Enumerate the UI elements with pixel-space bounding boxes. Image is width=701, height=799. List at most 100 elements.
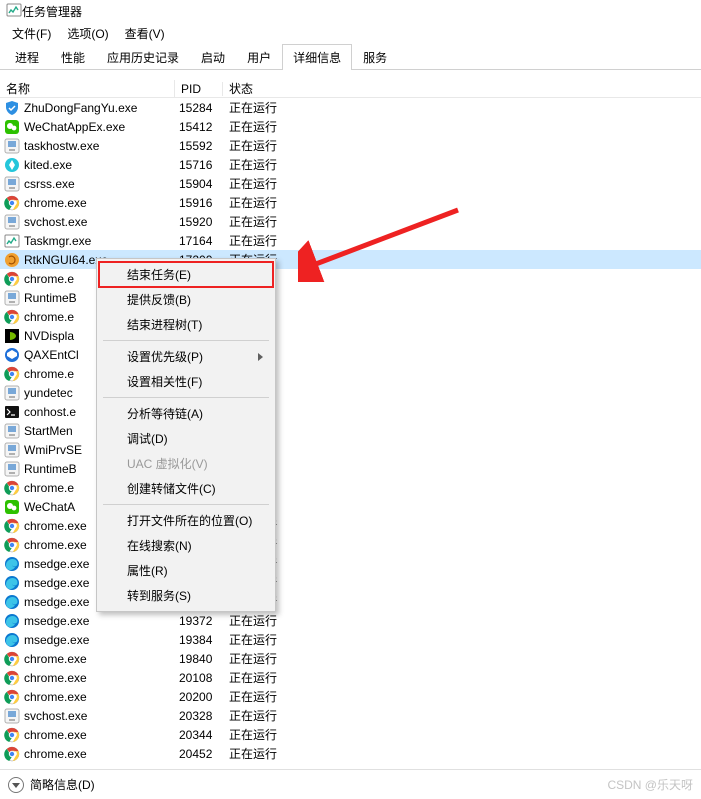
- table-row[interactable]: kited.exe15716正在运行: [0, 155, 701, 174]
- table-row[interactable]: Taskmgr.exe17164正在运行: [0, 231, 701, 250]
- table-row[interactable]: msedge.exe19384正在运行: [0, 630, 701, 649]
- tab-users[interactable]: 用户: [236, 44, 282, 70]
- table-row[interactable]: chrome.exe20452正在运行: [0, 744, 701, 763]
- table-row[interactable]: msedge.exe19372正在运行: [0, 611, 701, 630]
- menu-file[interactable]: 文件(F): [4, 23, 59, 44]
- menu-item[interactable]: 在线搜索(N): [99, 533, 273, 558]
- generic-icon: [4, 176, 20, 192]
- chrome-icon: [4, 651, 20, 667]
- menu-item[interactable]: 打开文件所在的位置(O): [99, 508, 273, 533]
- process-name: RuntimeB: [24, 462, 77, 476]
- process-name: QAXEntCl: [24, 348, 79, 362]
- tab-details[interactable]: 详细信息: [282, 44, 352, 70]
- menu-item[interactable]: 分析等待链(A): [99, 401, 273, 426]
- process-status: 正在运行: [223, 707, 701, 724]
- wechat-icon: [4, 499, 20, 515]
- chrome-icon: [4, 670, 20, 686]
- process-name: chrome.e: [24, 310, 74, 324]
- table-row[interactable]: ZhuDongFangYu.exe 15284正在运行: [0, 98, 701, 117]
- menu-item[interactable]: 转到服务(S): [99, 583, 273, 608]
- process-pid: 20108: [175, 671, 223, 685]
- chrome-icon: [4, 366, 20, 382]
- process-status: 正在运行: [223, 688, 701, 705]
- watermark: CSDN @乐天呀: [607, 776, 693, 793]
- menu-options[interactable]: 选项(O): [59, 23, 116, 44]
- generic-icon: [4, 290, 20, 306]
- menu-item[interactable]: 设置优先级(P): [99, 344, 273, 369]
- window-titlebar: 任务管理器: [0, 0, 701, 22]
- chrome-icon: [4, 271, 20, 287]
- process-pid: 20328: [175, 709, 223, 723]
- menu-view[interactable]: 查看(V): [117, 23, 173, 44]
- chevron-down-icon[interactable]: [8, 777, 24, 793]
- table-row[interactable]: chrome.exe20200正在运行: [0, 687, 701, 706]
- tab-processes[interactable]: 进程: [4, 44, 50, 70]
- process-status: 正在运行: [223, 137, 701, 154]
- process-name: svchost.exe: [24, 709, 87, 723]
- context-menu: 结束任务(E)提供反馈(B)结束进程树(T) 设置优先级(P)设置相关性(F) 分析…: [96, 258, 276, 612]
- menu-item[interactable]: 创建转储文件(C): [99, 476, 273, 501]
- taskmgr-icon: [4, 233, 20, 249]
- table-row[interactable]: chrome.exe20108正在运行: [0, 668, 701, 687]
- process-status: 正在运行: [223, 745, 701, 762]
- process-name: chrome.exe: [24, 728, 87, 742]
- tab-app-history[interactable]: 应用历史记录: [96, 44, 190, 70]
- menu-item[interactable]: 结束进程树(T): [99, 312, 273, 337]
- table-row[interactable]: svchost.exe15920正在运行: [0, 212, 701, 231]
- table-row[interactable]: chrome.exe20344正在运行: [0, 725, 701, 744]
- table-row[interactable]: WeChatAppEx.exe15412正在运行: [0, 117, 701, 136]
- tab-services[interactable]: 服务: [352, 44, 398, 70]
- process-name: chrome.exe: [24, 196, 87, 210]
- qax-icon: [4, 347, 20, 363]
- table-row[interactable]: taskhostw.exe15592正在运行: [0, 136, 701, 155]
- shield-blue-icon: [4, 100, 20, 116]
- table-row[interactable]: chrome.exe15916正在运行: [0, 193, 701, 212]
- process-name: RuntimeB: [24, 291, 77, 305]
- process-pid: 15284: [175, 101, 223, 115]
- process-name: conhost.e: [24, 405, 76, 419]
- process-name: msedge.exe: [24, 614, 89, 628]
- menu-item[interactable]: 提供反馈(B): [99, 287, 273, 312]
- kite-icon: [4, 157, 20, 173]
- process-status: 正在运行: [223, 99, 701, 116]
- col-header-pid[interactable]: PID: [175, 82, 223, 96]
- tab-performance[interactable]: 性能: [50, 44, 96, 70]
- edge-icon: [4, 594, 20, 610]
- wechat-icon: [4, 119, 20, 135]
- process-name: chrome.exe: [24, 652, 87, 666]
- table-row[interactable]: csrss.exe15904正在运行: [0, 174, 701, 193]
- process-name: svchost.exe: [24, 215, 87, 229]
- process-name: chrome.e: [24, 481, 74, 495]
- col-header-name[interactable]: 名称: [0, 80, 175, 97]
- tab-startup[interactable]: 启动: [190, 44, 236, 70]
- process-status: 正在运行: [223, 118, 701, 135]
- generic-icon: [4, 385, 20, 401]
- process-status: 正在运行: [223, 555, 701, 572]
- process-name: WmiPrvSE: [24, 443, 82, 457]
- chrome-icon: [4, 309, 20, 325]
- menu-item[interactable]: 设置相关性(F): [99, 369, 273, 394]
- process-pid: 15592: [175, 139, 223, 153]
- edge-icon: [4, 632, 20, 648]
- menu-item[interactable]: 调试(D): [99, 426, 273, 451]
- process-name: Taskmgr.exe: [24, 234, 91, 248]
- menu-item[interactable]: 属性(R): [99, 558, 273, 583]
- process-name: ZhuDongFangYu.exe: [24, 101, 137, 115]
- process-name: msedge.exe: [24, 595, 89, 609]
- table-row[interactable]: chrome.exe19840正在运行: [0, 649, 701, 668]
- process-name: WeChatA: [24, 500, 75, 514]
- chrome-icon: [4, 518, 20, 534]
- process-name: chrome.e: [24, 272, 74, 286]
- process-pid: 15412: [175, 120, 223, 134]
- table-row[interactable]: svchost.exe 20328正在运行: [0, 706, 701, 725]
- process-pid: 19372: [175, 614, 223, 628]
- brief-info-link[interactable]: 简略信息(D): [30, 776, 95, 793]
- generic-icon: [4, 138, 20, 154]
- process-name: msedge.exe: [24, 576, 89, 590]
- edge-icon: [4, 575, 20, 591]
- generic-icon: [4, 461, 20, 477]
- process-status: 正在运行: [223, 156, 701, 173]
- col-header-status[interactable]: 状态: [223, 80, 701, 97]
- menu-item: UAC 虚拟化(V): [99, 451, 273, 476]
- menu-item[interactable]: 结束任务(E): [99, 262, 273, 287]
